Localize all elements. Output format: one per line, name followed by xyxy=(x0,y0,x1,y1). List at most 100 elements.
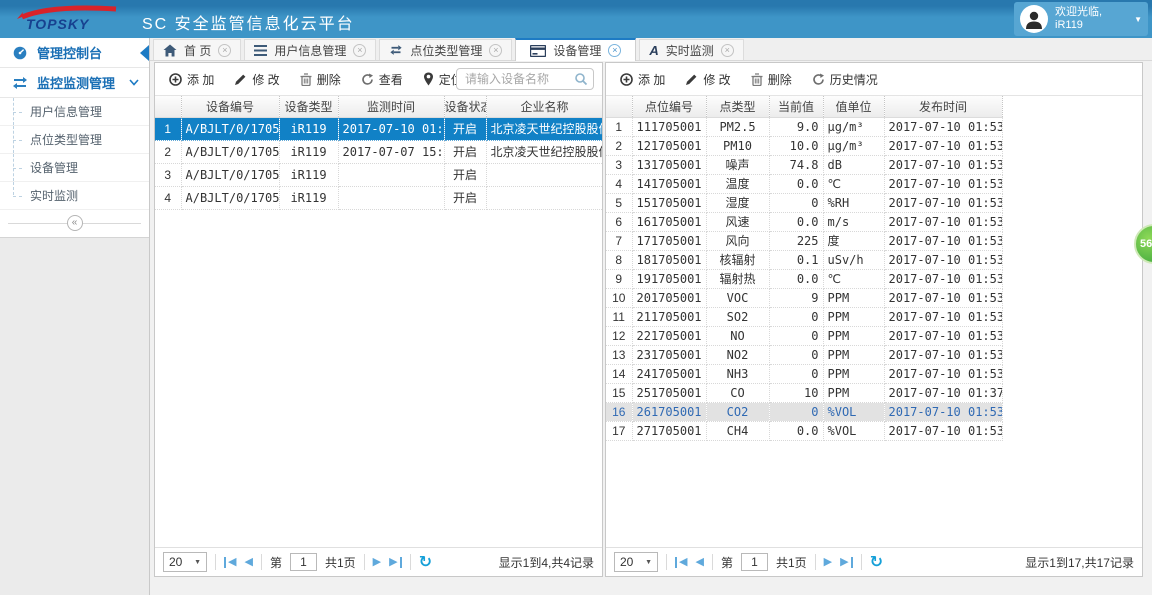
collapse-button[interactable]: « xyxy=(66,215,83,231)
table-row[interactable]: 7171705001风向225度2017-07-10 01:53:21 xyxy=(606,231,1003,251)
close-icon[interactable]: × xyxy=(218,43,232,57)
sidebar-item-device[interactable]: 设备管理 xyxy=(0,154,149,182)
cell: 开启 xyxy=(444,140,487,164)
cell: iR119 xyxy=(279,117,339,141)
table-row[interactable]: 15251705001CO10PPM2017-07-10 01:37:01 xyxy=(606,383,1003,403)
first-page-button[interactable]: ◀ xyxy=(224,556,236,568)
column-header[interactable]: 点类型 xyxy=(706,96,770,118)
refresh-icon[interactable]: ↻ xyxy=(870,554,883,570)
cell: 151705001 xyxy=(632,193,707,213)
history-button[interactable]: 历史情况 xyxy=(802,67,888,91)
page-size-select[interactable]: 20 ▼ xyxy=(163,552,207,572)
row-number-cell: 2 xyxy=(155,140,182,164)
sidebar-group-monitor[interactable]: 监控监测管理 xyxy=(0,68,149,98)
table-row[interactable]: 3A/BJLT/0/1705003iR119 开启 xyxy=(155,163,602,187)
column-header[interactable]: 设备状态 xyxy=(444,96,487,118)
home-icon xyxy=(163,44,177,56)
column-header[interactable]: 发布时间 xyxy=(884,96,1003,118)
table-row[interactable]: 11211705001SO20PPM2017-07-10 01:53:22 xyxy=(606,307,1003,327)
cell: 2017-07-10 01:53:21 xyxy=(884,421,1003,441)
delete-button[interactable]: 删除 xyxy=(290,67,351,91)
close-icon[interactable]: × xyxy=(353,43,367,57)
table-row[interactable]: 1111705001PM2.59.0μg/m³2017-07-10 01:53:… xyxy=(606,117,1003,137)
add-button[interactable]: 添 加 xyxy=(159,67,224,91)
user-menu[interactable]: 欢迎光临, iR119 ▼ xyxy=(1014,2,1148,36)
close-icon[interactable]: × xyxy=(720,43,734,57)
add-button[interactable]: 添 加 xyxy=(610,67,675,91)
table-row[interactable]: 14241705001NH30PPM2017-07-10 01:53:21 xyxy=(606,364,1003,384)
table-row[interactable]: 17271705001CH40.0%VOL2017-07-10 01:53:21 xyxy=(606,421,1003,441)
table-row[interactable]: 8181705001核辐射0.1uSv/h2017-07-10 01:53:21 xyxy=(606,250,1003,270)
welcome-line1: 欢迎光临, xyxy=(1055,6,1103,18)
column-header[interactable]: 点位编号 xyxy=(632,96,707,118)
last-page-button[interactable]: ▶ xyxy=(840,556,853,568)
table-row[interactable]: 4141705001温度0.0℃2017-07-10 01:53:22 xyxy=(606,174,1003,194)
table-row[interactable]: 9191705001辐射热0.0℃2017-07-10 01:53:21 xyxy=(606,269,1003,289)
prev-page-button[interactable]: ◀ xyxy=(244,556,252,568)
cell: 0 xyxy=(769,345,824,365)
last-page-button[interactable]: ▶ xyxy=(389,556,402,568)
page-number-input[interactable] xyxy=(740,553,768,571)
cell: iR119 xyxy=(279,163,339,187)
edit-button[interactable]: 修 改 xyxy=(224,67,289,91)
column-header[interactable]: 监测时间 xyxy=(338,96,445,118)
plus-circle-icon xyxy=(620,72,633,86)
column-header[interactable]: 企业名称 xyxy=(486,96,602,118)
tab-label: 首 页 xyxy=(184,43,212,58)
trash-icon xyxy=(300,72,312,86)
tab-user-info[interactable]: 用户信息管理 × xyxy=(244,39,377,60)
close-icon[interactable]: × xyxy=(608,44,622,57)
column-header[interactable]: 值单位 xyxy=(823,96,885,118)
cell: uSv/h xyxy=(823,250,885,270)
tab-realtime[interactable]: A 实时监测 × xyxy=(639,39,744,60)
close-icon[interactable]: × xyxy=(489,43,503,57)
cell: 北京凌天世纪控股股份有限 xyxy=(486,140,602,164)
search-icon[interactable] xyxy=(574,72,588,86)
table-row[interactable]: 5151705001湿度0%RH2017-07-10 01:53:22 xyxy=(606,193,1003,213)
cell: 271705001 xyxy=(632,421,707,441)
edit-button[interactable]: 修 改 xyxy=(675,67,740,91)
cell: 2017-07-10 01:53:21 xyxy=(884,269,1003,289)
table-row[interactable]: 1A/BJLT/0/1705001iR1192017-07-10 01:53:2… xyxy=(155,117,602,141)
table-row[interactable]: 13231705001NO20PPM2017-07-10 01:53:22 xyxy=(606,345,1003,365)
tab-home[interactable]: 首 页 × xyxy=(153,39,242,60)
cell: 0 xyxy=(769,193,824,213)
page-size-select[interactable]: 20 ▼ xyxy=(614,552,658,572)
table-row[interactable]: 16261705001CO20%VOL2017-07-10 01:53:22 xyxy=(606,402,1003,422)
next-page-button[interactable]: ▶ xyxy=(373,556,381,568)
sidebar-item-realtime[interactable]: 实时监测 xyxy=(0,182,149,210)
cell: 2017-07-10 01:53:21 xyxy=(884,326,1003,346)
sidebar-item-point-type[interactable]: 点位类型管理 xyxy=(0,126,149,154)
table-row[interactable]: 2A/BJLT/0/1705002iR1192017-07-07 15:03:0… xyxy=(155,140,602,164)
prev-page-button[interactable]: ◀ xyxy=(695,556,703,568)
table-row[interactable]: 10201705001VOC9PPM2017-07-10 01:53:22 xyxy=(606,288,1003,308)
search-input[interactable] xyxy=(457,69,593,89)
table-row[interactable]: 2121705001PM1010.0μg/m³2017-07-10 01:53:… xyxy=(606,136,1003,156)
delete-button[interactable]: 删除 xyxy=(741,67,802,91)
cell: 121705001 xyxy=(632,136,707,156)
tab-device[interactable]: 设备管理 × xyxy=(515,38,637,61)
cell: 2017-07-10 01:53:21 xyxy=(884,364,1003,384)
chevron-down-icon[interactable]: ▼ xyxy=(1134,15,1142,24)
person-icon xyxy=(1026,11,1042,29)
table-row[interactable]: 3131705001噪声74.8dB2017-07-10 01:53:22 xyxy=(606,155,1003,175)
table-row[interactable]: 12221705001NO0PPM2017-07-10 01:53:21 xyxy=(606,326,1003,346)
next-page-button[interactable]: ▶ xyxy=(824,556,832,568)
view-button[interactable]: 查看 xyxy=(351,67,413,91)
column-header[interactable]: 设备类型 xyxy=(279,96,339,118)
column-header[interactable]: 当前值 xyxy=(769,96,824,118)
tab-point-type[interactable]: 点位类型管理 × xyxy=(379,39,513,60)
sidebar-item-console[interactable]: 管理控制台 xyxy=(0,38,149,68)
table-row[interactable]: 6161705001风速0.0m/s2017-07-10 01:53:21 xyxy=(606,212,1003,232)
refresh-icon[interactable]: ↻ xyxy=(419,554,432,570)
cell: 度 xyxy=(823,231,885,251)
button-label: 删除 xyxy=(316,72,341,87)
point-table-area: 点位编号 点类型 当前值 值单位 发布时间 1 111705001 PM2.5 9.0 μg/m… xyxy=(606,96,1142,547)
first-page-button[interactable]: ◀ xyxy=(675,556,687,568)
refresh-icon xyxy=(812,73,824,85)
column-header[interactable]: 设备编号 xyxy=(181,96,280,118)
sidebar-item-user-info[interactable]: 用户信息管理 xyxy=(0,98,149,126)
cell: 2017-07-10 01:53:22 xyxy=(884,117,1003,137)
table-row[interactable]: 4A/BJLT/0/1705004iR119 开启 xyxy=(155,186,602,210)
page-number-input[interactable] xyxy=(289,553,317,571)
